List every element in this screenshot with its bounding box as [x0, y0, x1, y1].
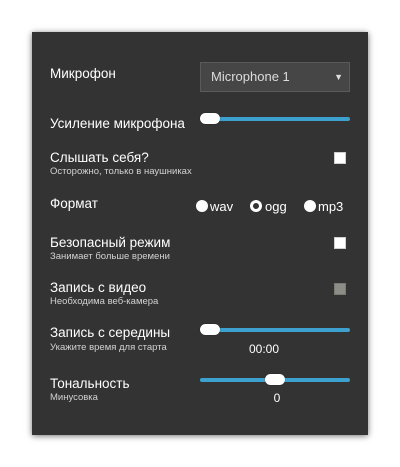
monitor-hint: Осторожно, только в наушниках: [50, 166, 192, 177]
gain-label: Усиление микрофона: [50, 116, 185, 131]
monitor-label: Слышать себя?: [50, 150, 149, 165]
format-radio-mp3[interactable]: [304, 200, 316, 212]
format-radio-mp3-label: mp3: [318, 199, 344, 214]
start-offset-value: 00:00: [248, 342, 280, 356]
chevron-down-icon: ▼: [334, 72, 343, 82]
pitch-slider-thumb[interactable]: [265, 374, 285, 385]
start-offset-hint: Укажите время для старта: [50, 342, 167, 353]
safe-mode-hint: Занимает больше времени: [50, 251, 170, 262]
pitch-value: 0: [273, 391, 281, 405]
start-offset-slider-thumb[interactable]: [200, 324, 220, 335]
gain-slider-thumb[interactable]: [200, 113, 220, 124]
format-radio-ogg-label: ogg: [265, 199, 287, 214]
pitch-label: Тональность: [50, 376, 130, 391]
start-offset-label: Запись с середины: [50, 325, 171, 340]
format-label: Формат: [50, 196, 98, 211]
safe-mode-label: Безопасный режим: [50, 235, 171, 250]
format-radio-wav-label: wav: [210, 199, 234, 214]
start-offset-slider-track[interactable]: [200, 328, 350, 332]
safe-mode-checkbox[interactable]: [334, 237, 346, 249]
pitch-hint: Минусовка: [50, 392, 98, 403]
microphone-select-value: Microphone 1: [211, 69, 290, 84]
microphone-select[interactable]: Microphone 1 ▼: [200, 62, 350, 92]
video-hint: Необходима веб-камера: [50, 296, 159, 307]
video-label: Запись с видео: [50, 280, 147, 295]
settings-panel: Микрофон Microphone 1 ▼ Усиление микрофо…: [32, 32, 368, 435]
gain-slider-track[interactable]: [200, 117, 350, 121]
format-radio-ogg[interactable]: [250, 200, 262, 212]
video-checkbox[interactable]: [334, 283, 346, 295]
monitor-checkbox[interactable]: [334, 152, 346, 164]
microphone-label: Микрофон: [50, 66, 116, 81]
format-radio-wav[interactable]: [196, 200, 208, 212]
